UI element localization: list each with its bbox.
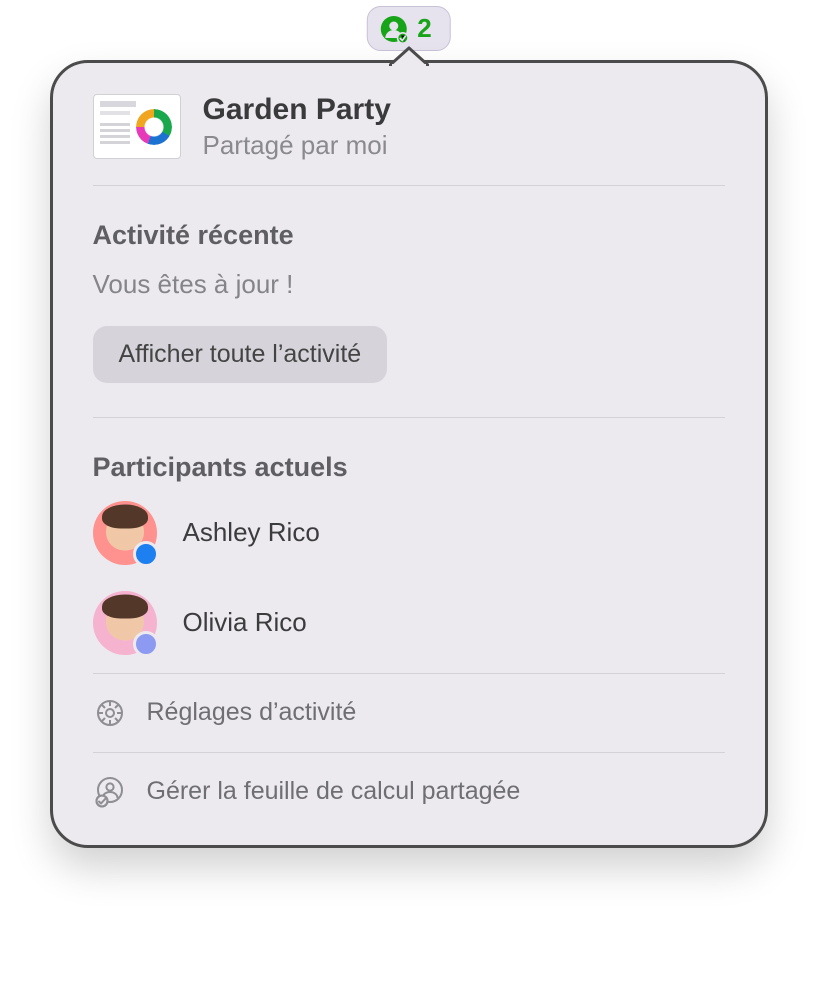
divider	[93, 185, 725, 186]
presence-badge	[133, 541, 159, 567]
document-thumbnail	[93, 94, 181, 159]
activity-settings-label: Réglages d’activité	[147, 698, 357, 727]
gear-icon	[93, 696, 127, 730]
participant-row[interactable]: Olivia Rico	[93, 591, 725, 655]
participants-heading: Participants actuels	[93, 452, 725, 483]
avatar	[93, 591, 157, 655]
presence-badge	[133, 631, 159, 657]
document-header[interactable]: Garden Party Partagé par moi	[53, 93, 765, 185]
recent-activity-status: Vous êtes à jour !	[93, 269, 725, 300]
activity-settings-row[interactable]: Réglages d’activité	[53, 674, 765, 752]
manage-shared-spreadsheet-row[interactable]: Gérer la feuille de calcul partagée	[53, 753, 765, 815]
participant-row[interactable]: Ashley Rico	[93, 501, 725, 565]
document-shared-by: Partagé par moi	[203, 130, 391, 161]
participant-name: Ashley Rico	[183, 517, 320, 548]
manage-share-icon	[93, 775, 127, 809]
collaborator-count: 2	[417, 13, 431, 44]
manage-shared-spreadsheet-label: Gérer la feuille de calcul partagée	[147, 777, 521, 806]
collaborator-icon	[379, 15, 407, 43]
recent-activity-heading: Activité récente	[93, 220, 725, 251]
participant-name: Olivia Rico	[183, 607, 307, 638]
collaboration-popover: Garden Party Partagé par moi Activité ré…	[50, 60, 768, 848]
document-title: Garden Party	[203, 93, 391, 128]
collaborate-button[interactable]: 2	[366, 6, 450, 51]
show-all-activity-button[interactable]: Afficher toute l’activité	[93, 326, 388, 383]
avatar	[93, 501, 157, 565]
divider	[93, 417, 725, 418]
popover-arrow	[389, 46, 429, 66]
